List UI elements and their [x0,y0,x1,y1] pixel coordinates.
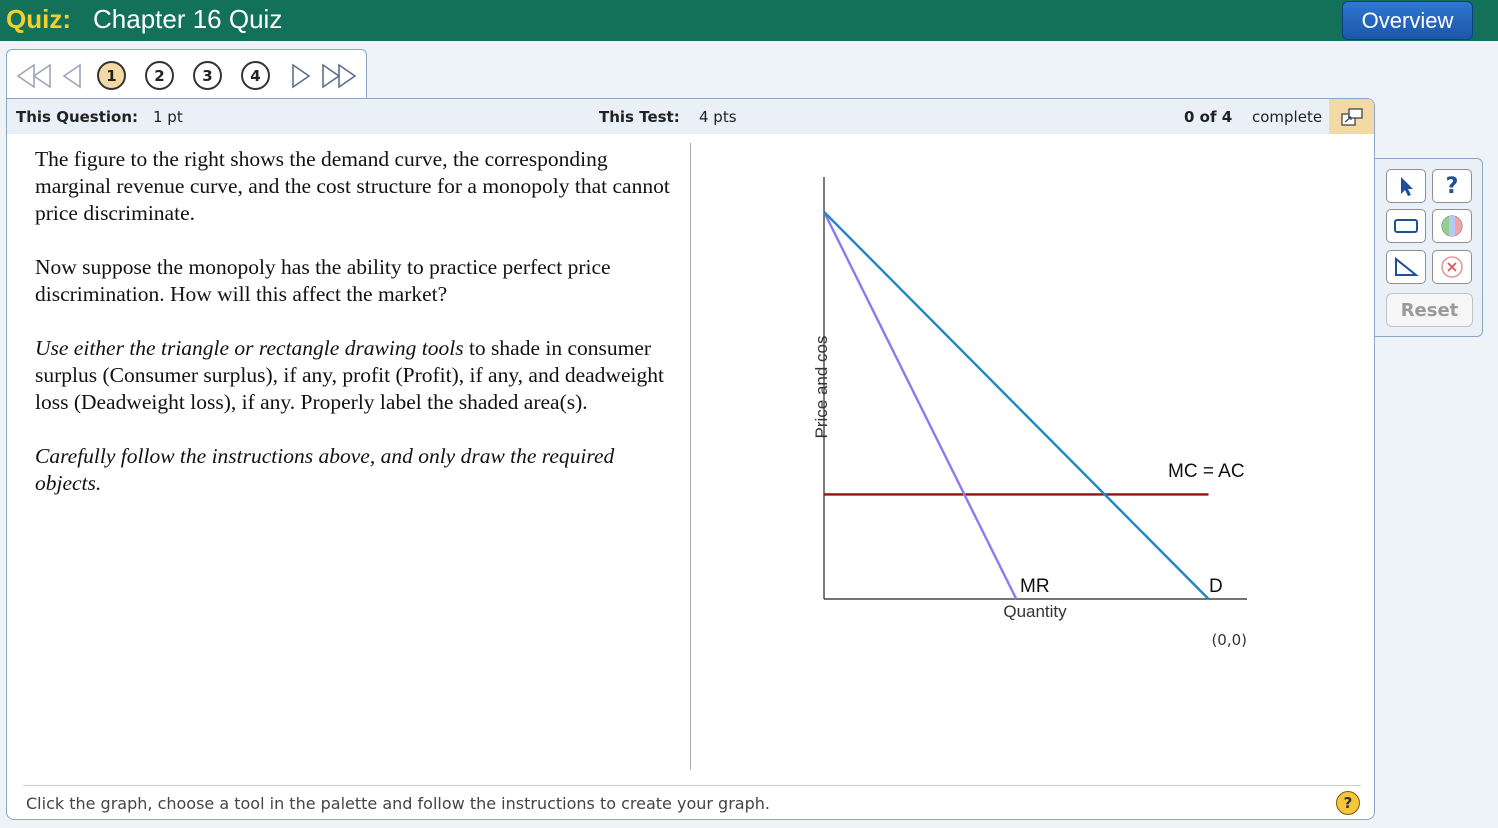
pointer-arrow-icon [1401,177,1413,196]
expand-window-icon [1340,107,1363,126]
overview-button[interactable]: Overview [1342,1,1473,40]
tool-palette: ? Reset [1375,158,1483,337]
this-test-points: 4 pts [699,108,737,126]
progress-count: 0 of 4 [1184,108,1233,126]
question-nav: 1 2 3 4 [6,49,367,99]
this-question-points: 1 pt [153,108,183,126]
delete-x-icon [1441,256,1463,278]
warning-italic: Carefully follow the instructions above,… [35,444,615,495]
next-question-button[interactable] [291,62,311,90]
this-question-label: This Question: [16,108,139,126]
mr-line [822,211,1018,600]
tool-help-button[interactable]: ? [1432,169,1472,203]
status-divider [23,785,1361,786]
color-wheel-icon [1441,215,1463,237]
demand-line [823,210,1210,600]
panel-divider [690,143,691,770]
info-bar: This Question: 1 pt This Test: 4 pts 0 o… [7,99,1374,134]
coordinate-readout: (0,0) [1211,631,1247,649]
color-tool-button[interactable] [1432,209,1472,243]
delete-tool-button[interactable] [1432,250,1472,284]
this-test-label: This Test: [599,108,680,126]
right-arrow-icon [292,63,311,89]
pointer-tool-button[interactable] [1386,169,1426,203]
question-4-button[interactable]: 4 [241,61,270,90]
top-bar: Quiz: Chapter 16 Quiz Overview [0,0,1498,41]
left-arrow-icon [62,63,81,89]
graph-area[interactable]: MC = AC MR D Quantity Price and cos (0,0… [787,171,1267,691]
question-paragraph-2: Now suppose the monopoly has the ability… [35,255,611,306]
question-panel: This Question: 1 pt This Test: 4 pts 0 o… [6,98,1375,820]
progress-label: complete [1252,108,1323,126]
quiz-label: Quiz: [6,4,71,34]
quiz-title: Chapter 16 Quiz [93,4,283,34]
x-axis-label: Quantity [1003,602,1067,621]
expand-view-button[interactable] [1329,99,1374,134]
previous-question-button[interactable] [62,62,82,90]
question-3-button[interactable]: 3 [193,61,222,90]
question-paragraph-3: Use either the triangle or rectangle dra… [35,335,685,416]
help-icon[interactable]: ? [1336,791,1360,815]
question-paragraph-4: Carefully follow the instructions above,… [35,443,685,497]
question-1-button[interactable]: 1 [97,61,126,90]
status-instructions: Click the graph, choose a tool in the pa… [26,794,770,813]
question-2-button[interactable]: 2 [145,61,174,90]
question-text: The figure to the right shows the demand… [35,146,685,524]
rectangle-icon [1394,219,1418,233]
question-paragraph-1: The figure to the right shows the demand… [35,147,670,225]
mc-ac-label: MC = AC [1168,461,1245,482]
y-axis-label: Price and cos [812,336,831,439]
triangle-tool-button[interactable] [1386,250,1426,284]
reset-button[interactable]: Reset [1386,293,1473,327]
first-question-button[interactable] [16,62,54,90]
instruction-italic: Use either the triangle or rectangle dra… [35,336,464,360]
last-question-button[interactable] [321,62,359,90]
rectangle-tool-button[interactable] [1386,209,1426,243]
double-right-arrow-icon [322,63,357,89]
double-left-arrow-icon [16,63,51,89]
d-label: D [1209,576,1223,597]
question-mark-icon: ? [1445,173,1459,199]
mr-label: MR [1020,576,1050,597]
triangle-icon [1395,256,1419,276]
